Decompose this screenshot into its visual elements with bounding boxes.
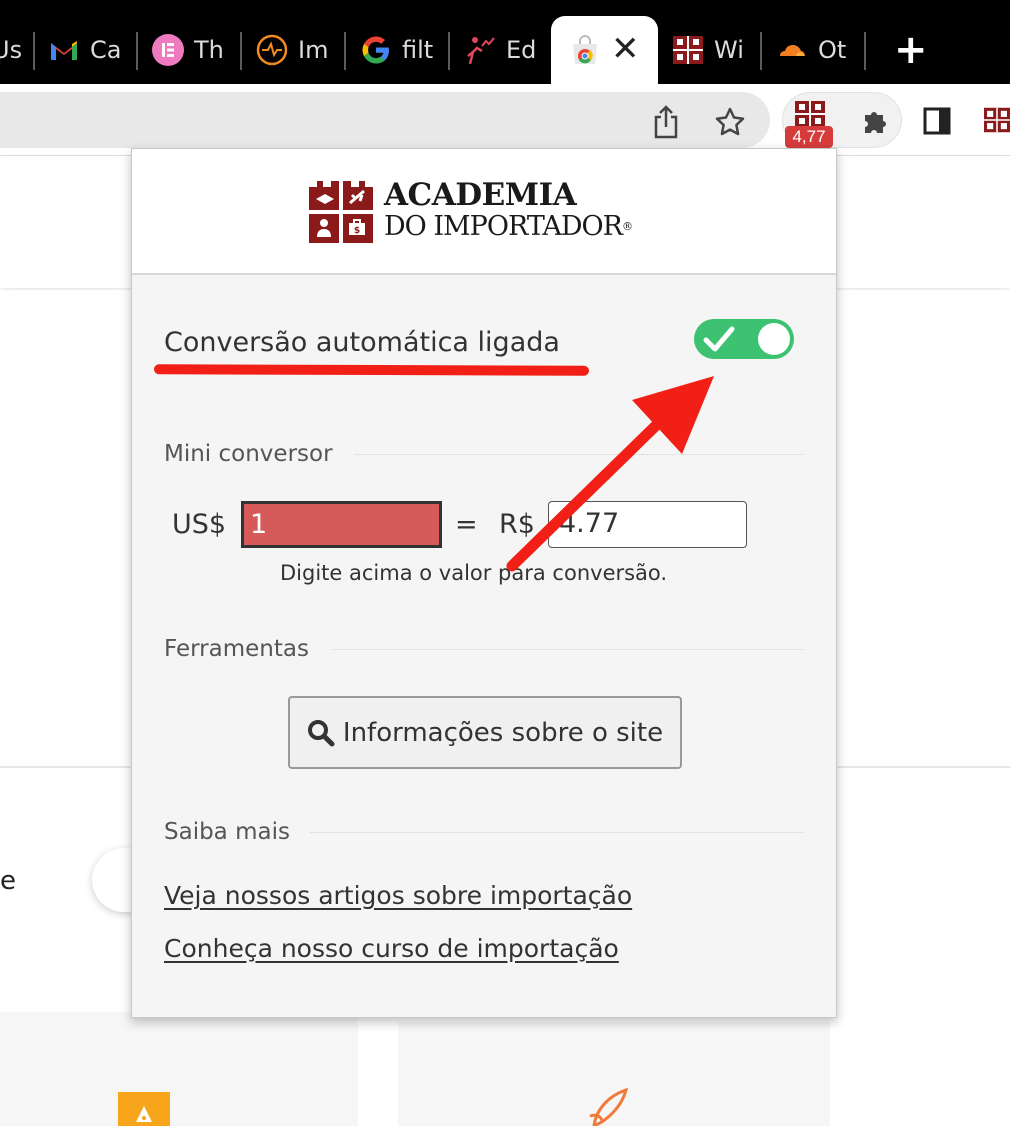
chrome-web-store-icon xyxy=(569,34,601,70)
person-chart-icon xyxy=(464,34,496,66)
puzzle-extensions-icon[interactable] xyxy=(858,104,892,138)
academia-profile-icon[interactable] xyxy=(984,104,1010,136)
tab-1[interactable]: Us xyxy=(0,26,24,74)
registered-mark: ® xyxy=(621,220,633,233)
tab-divider xyxy=(448,32,450,70)
section-divider xyxy=(310,832,804,833)
bookmark-star-icon[interactable] xyxy=(712,104,748,140)
tools-title: Ferramentas xyxy=(164,636,309,662)
section-divider xyxy=(354,454,804,455)
tab-divider xyxy=(33,32,35,70)
tab-divider xyxy=(344,32,346,70)
tab-title: Im xyxy=(298,36,329,64)
tab-3[interactable]: Th xyxy=(152,26,230,74)
toggle-knob xyxy=(758,323,790,355)
tab-title: Ot xyxy=(818,36,847,64)
tab-9[interactable]: Ot xyxy=(776,26,854,74)
mini-converter-title: Mini conversor xyxy=(164,441,333,467)
share-icon[interactable] xyxy=(650,104,682,140)
extension-popup: $ ACADEMIA DO IMPORTADOR® Conversão auto… xyxy=(131,148,837,1018)
pulse-icon xyxy=(256,34,288,66)
tab-2[interactable]: Ca xyxy=(48,26,130,74)
page-divider xyxy=(0,766,132,768)
brl-amount-input[interactable]: 4.77 xyxy=(548,501,747,548)
google-icon xyxy=(360,34,392,66)
annotation-underline xyxy=(153,364,590,376)
converter-hint: Digite acima o valor para conversão. xyxy=(280,561,668,585)
academia-logo-icon: $ xyxy=(309,181,373,247)
close-tab-icon[interactable]: ✕ xyxy=(611,32,640,66)
page-card[interactable] xyxy=(398,1022,830,1126)
tab-title: Ed xyxy=(506,36,537,64)
side-panel-icon[interactable] xyxy=(922,106,952,136)
svg-text:$: $ xyxy=(354,226,360,236)
warning-logo-icon xyxy=(118,1092,170,1126)
tab-divider xyxy=(864,32,866,70)
rocket-logo-icon xyxy=(586,1086,636,1126)
cloudflare-icon xyxy=(776,34,808,66)
academia-icon xyxy=(672,34,704,66)
page-card[interactable] xyxy=(0,1012,358,1126)
site-info-button[interactable]: Informações sobre o site xyxy=(288,696,682,769)
tab-divider xyxy=(136,32,138,70)
popup-header: $ ACADEMIA DO IMPORTADOR® xyxy=(132,149,836,275)
academia-extension-icon[interactable] xyxy=(794,100,826,128)
tab-title: Us xyxy=(0,36,23,64)
tab-8[interactable]: Wi xyxy=(672,26,748,74)
tab-divider xyxy=(240,32,242,70)
tab-title: Ca xyxy=(90,36,122,64)
tab-divider xyxy=(760,32,762,70)
usd-amount-input[interactable]: 1 xyxy=(241,501,442,548)
section-divider xyxy=(332,649,804,650)
articles-link[interactable]: Veja nossos artigos sobre importação xyxy=(164,881,632,910)
gmail-icon xyxy=(48,34,80,66)
academia-logo-text: ACADEMIA DO IMPORTADOR® xyxy=(384,177,633,243)
page-divider xyxy=(836,766,1010,768)
new-tab-button[interactable]: + xyxy=(894,28,928,72)
page-partial-text: e xyxy=(0,866,16,896)
brl-label: R$ xyxy=(499,509,535,540)
tab-active[interactable]: ✕ xyxy=(551,16,658,84)
tab-strip: Us Ca Th Im filt Ed ✕ Wi Ot + xyxy=(0,0,1010,84)
logo-line-2: DO IMPORTADOR® xyxy=(384,211,633,243)
site-info-label: Informações sobre o site xyxy=(342,717,664,748)
auto-conversion-toggle[interactable] xyxy=(694,319,794,359)
tab-title: Wi xyxy=(714,36,744,64)
course-link[interactable]: Conheça nosso curso de importação xyxy=(164,934,619,963)
tab-4[interactable]: Im xyxy=(256,26,336,74)
tab-5[interactable]: filt xyxy=(360,26,436,74)
auto-conversion-label: Conversão automática ligada xyxy=(164,327,560,358)
learn-more-title: Saiba mais xyxy=(164,819,290,845)
tab-title: filt xyxy=(402,36,434,64)
search-icon xyxy=(307,719,335,747)
logo-line-1: ACADEMIA xyxy=(384,177,577,213)
checkmark-icon xyxy=(702,323,736,359)
elementor-icon xyxy=(152,34,184,66)
logo-line-2-text: DO IMPORTADOR xyxy=(384,211,623,242)
equals-sign: = xyxy=(455,509,478,540)
usd-label: US$ xyxy=(172,509,227,540)
tab-title: Th xyxy=(194,36,224,64)
extension-badge: 4,77 xyxy=(785,126,833,148)
tab-6[interactable]: Ed xyxy=(464,26,540,74)
